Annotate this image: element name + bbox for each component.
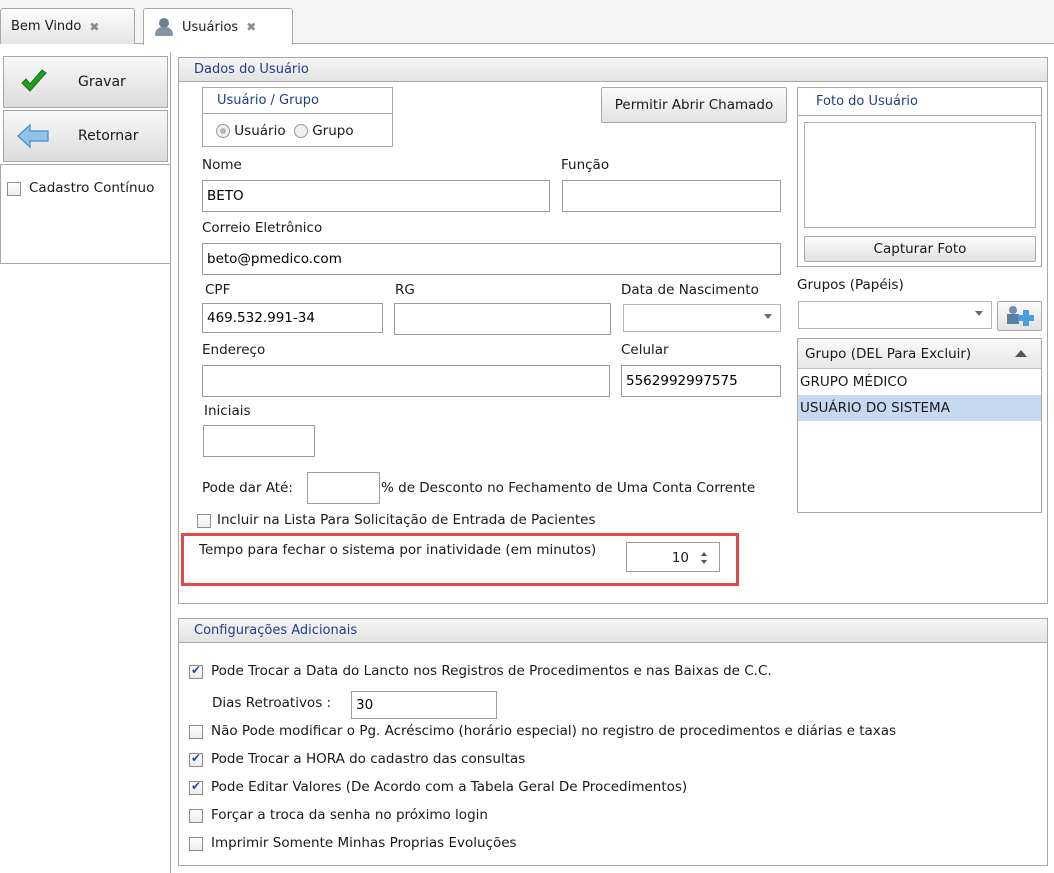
- rg-input[interactable]: [394, 303, 611, 335]
- continuous-panel: Cadastro Contínuo: [0, 164, 171, 264]
- list-header-label: Grupo (DEL Para Excluir): [805, 345, 972, 362]
- back-label: Retornar: [78, 128, 139, 144]
- add-group-icon: [1006, 306, 1034, 326]
- list-item-selected[interactable]: USUÁRIO DO SISTEMA: [798, 395, 1041, 421]
- save-button[interactable]: Gravar: [3, 56, 168, 108]
- foto-usuario-box: Foto do Usuário Capturar Foto: [797, 87, 1042, 267]
- radio-grupo[interactable]: [293, 124, 308, 138]
- grupos-list: Grupo (DEL Para Excluir) GRUPO MÉDICO US…: [797, 338, 1042, 513]
- back-button[interactable]: Retornar: [3, 110, 168, 162]
- continuous-checkbox[interactable]: [7, 182, 21, 196]
- nao-modificar-label: Não Pode modificar o Pg. Acréscimo (horá…: [211, 723, 897, 739]
- endereco-input[interactable]: [202, 365, 610, 397]
- iniciais-label: Iniciais: [204, 403, 251, 419]
- nome-label: Nome: [202, 157, 242, 173]
- funcao-input[interactable]: [562, 180, 781, 212]
- tab-bar: Bem Vindo ✖ Usuários ✖: [0, 0, 1054, 45]
- cpf-label: CPF: [205, 282, 231, 298]
- add-group-button[interactable]: [997, 301, 1042, 331]
- grupos-label: Grupos (Papéis): [797, 277, 904, 293]
- email-input[interactable]: [202, 243, 781, 275]
- forcar-senha-checkbox[interactable]: [189, 809, 203, 823]
- trocar-data-checkbox[interactable]: [189, 663, 203, 679]
- list-header[interactable]: Grupo (DEL Para Excluir): [798, 339, 1041, 369]
- dias-label: Dias Retroativos :: [212, 695, 332, 711]
- photo-area: [804, 122, 1036, 228]
- arrow-left-icon: [17, 123, 49, 149]
- radio-grupo-label: Grupo: [312, 123, 354, 139]
- nascimento-label: Data de Nascimento: [621, 282, 759, 298]
- tempo-label: Tempo para fechar o sistema por inativid…: [199, 542, 597, 558]
- celular-label: Celular: [621, 342, 669, 358]
- group-title: Configurações Adicionais: [179, 619, 1047, 643]
- continuous-label: Cadastro Contínuo: [29, 180, 155, 196]
- nao-modificar-checkbox[interactable]: [189, 725, 203, 739]
- rg-label: RG: [395, 282, 415, 298]
- trocar-hora-label: Pode Trocar a HORA do cadastro das consu…: [211, 751, 526, 767]
- nome-input[interactable]: [202, 180, 550, 212]
- radio-group: Usuário Grupo: [216, 123, 354, 139]
- group-title: Dados do Usuário: [179, 58, 1047, 82]
- permitir-chamado-button[interactable]: Permitir Abrir Chamado: [601, 87, 787, 123]
- grupos-combo[interactable]: [798, 301, 992, 329]
- cpf-input[interactable]: [202, 303, 383, 333]
- incluir-lista-label: Incluir na Lista Para Solicitação de Ent…: [217, 512, 596, 528]
- sort-asc-icon[interactable]: [1015, 350, 1027, 357]
- tab-bem-vindo[interactable]: Bem Vindo ✖: [0, 8, 135, 44]
- endereco-label: Endereço: [202, 342, 266, 358]
- chevron-down-icon[interactable]: [764, 314, 772, 319]
- close-icon[interactable]: ✖: [89, 20, 99, 34]
- tab-label: Usuários: [182, 19, 239, 35]
- left-toolbar: Gravar Retornar Cadastro Contínuo: [0, 52, 171, 873]
- chevron-down-icon[interactable]: [975, 311, 983, 316]
- checkmark-icon: [21, 69, 47, 92]
- close-icon[interactable]: ✖: [246, 20, 256, 34]
- tab-label: Bem Vindo: [11, 19, 82, 34]
- spin-down-icon[interactable]: [701, 560, 707, 564]
- editar-valores-label: Pode Editar Valores (De Acordo com a Tab…: [211, 779, 688, 795]
- tempo-value: 10: [671, 550, 689, 566]
- foto-title: Foto do Usuário: [798, 88, 1041, 116]
- radio-usuario[interactable]: [216, 124, 230, 138]
- tab-usuarios[interactable]: Usuários ✖: [143, 8, 293, 45]
- trocar-data-label: Pode Trocar a Data do Lancto nos Registr…: [211, 663, 772, 679]
- forcar-senha-label: Forçar a troca da senha no próximo login: [211, 807, 488, 823]
- user-icon: [154, 18, 174, 36]
- desconto-suffix: % de Desconto no Fechamento de Uma Conta…: [381, 480, 756, 496]
- config-adicionais-group: Configurações Adicionais: [178, 618, 1048, 866]
- imprimir-label: Imprimir Somente Minhas Proprias Evoluçõ…: [211, 835, 517, 851]
- celular-input[interactable]: [621, 365, 781, 397]
- dias-input[interactable]: [351, 691, 497, 719]
- spin-up-icon[interactable]: [701, 552, 707, 556]
- radio-usuario-label: Usuário: [234, 123, 286, 139]
- save-label: Gravar: [78, 74, 126, 90]
- list-item[interactable]: GRUPO MÉDICO: [798, 369, 1041, 395]
- nascimento-date[interactable]: [623, 304, 781, 332]
- tempo-spinner[interactable]: 10: [626, 542, 720, 572]
- funcao-label: Função: [561, 157, 610, 173]
- usuario-grupo-box: Usuário / Grupo Usuário Grupo: [202, 87, 393, 147]
- trocar-hora-checkbox[interactable]: [189, 751, 203, 767]
- iniciais-input[interactable]: [203, 425, 315, 457]
- desconto-input[interactable]: [307, 472, 380, 504]
- desconto-prefix: Pode dar Até:: [202, 480, 293, 496]
- incluir-lista-checkbox[interactable]: [197, 514, 211, 528]
- editar-valores-checkbox[interactable]: [189, 779, 203, 795]
- email-label: Correio Eletrônico: [202, 220, 323, 236]
- imprimir-checkbox[interactable]: [189, 837, 203, 851]
- capture-photo-button[interactable]: Capturar Foto: [804, 236, 1036, 262]
- usuario-grupo-title: Usuário / Grupo: [203, 88, 392, 114]
